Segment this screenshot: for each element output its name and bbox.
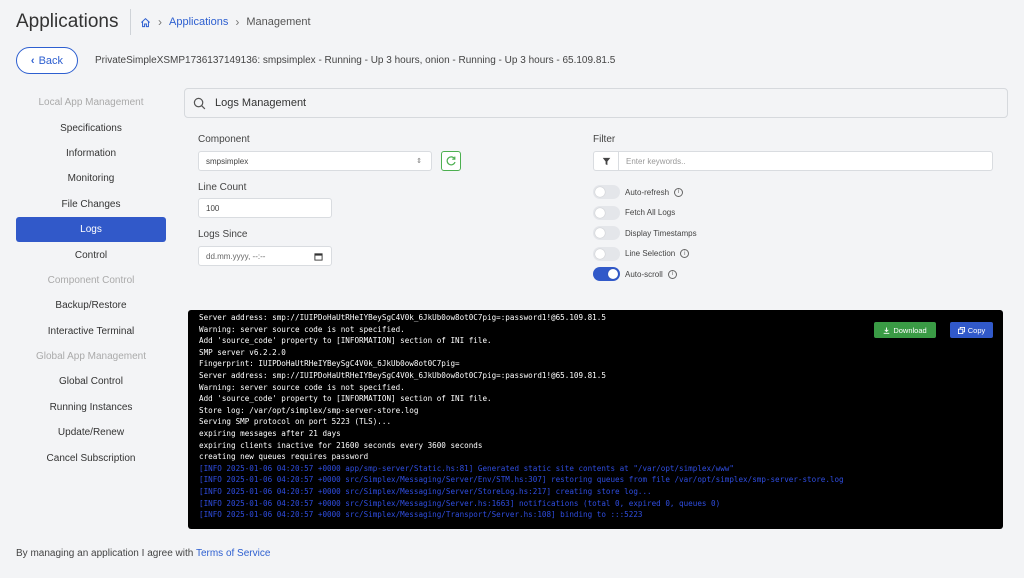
sidebar-section-component-control: Component Control xyxy=(47,274,135,286)
home-icon[interactable] xyxy=(140,17,151,28)
chevron-right-icon: › xyxy=(235,15,240,29)
back-button[interactable]: ‹ Back xyxy=(16,47,78,74)
sidebar-item-file-changes[interactable]: File Changes xyxy=(16,192,166,217)
display-timestamps-toggle[interactable] xyxy=(593,226,620,240)
log-line: expiring messages after 21 days xyxy=(199,428,341,438)
toggle-knob xyxy=(595,248,605,259)
line-count-value: 100 xyxy=(206,203,220,213)
logs-since-placeholder: dd.mm.yyyy, --:-- xyxy=(206,251,266,261)
display-timestamps-option: Display Timestamps xyxy=(593,226,697,240)
auto-scroll-option: Auto-scroll i xyxy=(593,267,677,281)
component-select-value: smpsimplex xyxy=(206,156,249,166)
log-line: Server address: smp://IUIPDoHaUtRHeIYBey… xyxy=(199,370,606,380)
auto-refresh-option: Auto-refresh i xyxy=(593,185,684,199)
sidebar-item-logs[interactable]: Logs xyxy=(16,216,166,243)
component-label: Component xyxy=(198,134,250,145)
footer: By managing an application I agree with … xyxy=(16,548,270,559)
sidebar-item-information[interactable]: Information xyxy=(16,141,166,166)
search-icon xyxy=(193,97,206,109)
log-line: Store log: /var/opt/simplex/smp-server-s… xyxy=(199,405,419,415)
sidebar-item-interactive-terminal[interactable]: Interactive Terminal xyxy=(16,319,166,344)
filter-icon-box xyxy=(593,151,619,171)
info-icon[interactable]: i xyxy=(667,269,677,279)
calendar-icon[interactable] xyxy=(314,252,323,261)
filter-input[interactable]: Enter keywords.. xyxy=(619,151,993,171)
log-line: Serving SMP protocol on port 5223 (TLS).… xyxy=(199,417,392,427)
logs-since-input[interactable]: dd.mm.yyyy, --:-- xyxy=(198,246,332,266)
sidebar-section-local-app-management: Local App Management xyxy=(38,97,144,109)
log-line: SMP server v6.2.2.0 xyxy=(199,347,286,357)
log-line: creating new queues requires password xyxy=(199,452,369,462)
sidebar-item-running-instances[interactable]: Running Instances xyxy=(16,395,166,420)
auto-refresh-toggle[interactable] xyxy=(593,185,620,199)
refresh-icon xyxy=(446,156,456,166)
fetch-all-logs-toggle[interactable] xyxy=(593,205,620,220)
toggle-knob xyxy=(595,207,605,218)
terms-of-service-link[interactable]: Terms of Service xyxy=(196,548,270,559)
logs-since-label: Logs Since xyxy=(198,229,248,240)
log-line: [INFO 2025-01-06 04:20:57 +0000 app/smp-… xyxy=(199,463,734,473)
log-line: [INFO 2025-01-06 04:20:57 +0000 src/Simp… xyxy=(199,486,652,496)
download-icon xyxy=(884,326,890,334)
auto-refresh-label: Auto-refresh xyxy=(625,187,670,197)
auto-scroll-label: Auto-scroll xyxy=(625,269,663,279)
footer-text: By managing an application I agree with xyxy=(16,548,196,559)
filter-icon xyxy=(602,157,610,165)
log-line: Fingerprint: IUIPDoHaUtRHeIYBeySgC4V0k_6… xyxy=(199,359,460,369)
sidebar-item-update-renew[interactable]: Update/Renew xyxy=(16,420,166,445)
sidebar-item-control[interactable]: Control xyxy=(16,242,166,267)
copy-button-label: Copy xyxy=(967,325,986,335)
sidebar-item-specifications[interactable]: Specifications xyxy=(16,115,166,140)
line-selection-toggle[interactable] xyxy=(593,246,620,261)
sidebar-item-monitoring[interactable]: Monitoring xyxy=(16,166,166,191)
info-icon[interactable]: i xyxy=(674,187,684,197)
line-count-input[interactable]: 100 xyxy=(198,198,332,218)
select-arrows-icon: ⇕ xyxy=(416,158,422,165)
log-line: Add 'source_code' property to [INFORMATI… xyxy=(199,394,492,404)
toggle-knob xyxy=(595,228,605,238)
breadcrumb-current: Management xyxy=(246,16,311,28)
toggle-knob xyxy=(595,187,605,197)
copy-icon xyxy=(957,326,965,334)
logs-panel-header: Logs Management xyxy=(184,88,1008,118)
line-count-label: Line Count xyxy=(198,182,247,193)
display-timestamps-label: Display Timestamps xyxy=(625,228,697,238)
download-button[interactable]: Download xyxy=(874,322,936,338)
breadcrumb-applications-link[interactable]: Applications xyxy=(169,16,228,28)
log-line: expiring clients inactive for 21600 seco… xyxy=(199,440,483,450)
logs-panel-title: Logs Management xyxy=(215,97,307,109)
log-line: [INFO 2025-01-06 04:20:57 +0000 src/Simp… xyxy=(199,510,643,520)
refresh-component-button[interactable] xyxy=(441,151,461,171)
chevron-right-icon: › xyxy=(158,15,162,29)
page-title: Applications xyxy=(16,11,119,32)
log-line: Warning: server source code is not speci… xyxy=(199,382,405,392)
toggle-knob xyxy=(608,269,618,279)
sidebar-item-cancel-subscription[interactable]: Cancel Subscription xyxy=(16,445,166,470)
log-line: [INFO 2025-01-06 04:20:57 +0000 src/Simp… xyxy=(199,475,844,485)
line-selection-option: Line Selection i xyxy=(593,246,690,261)
auto-scroll-toggle[interactable] xyxy=(593,267,620,281)
back-button-label: Back xyxy=(38,54,64,67)
fetch-all-logs-option: Fetch All Logs xyxy=(593,205,676,220)
copy-button[interactable]: Copy xyxy=(950,322,993,338)
chevron-left-icon: ‹ xyxy=(30,54,35,67)
line-selection-label: Line Selection xyxy=(625,249,676,258)
component-select[interactable]: smpsimplex ⇕ xyxy=(198,151,432,171)
log-line: [INFO 2025-01-06 04:20:57 +0000 src/Simp… xyxy=(199,498,721,508)
filter-placeholder: Enter keywords.. xyxy=(626,156,686,166)
sidebar-item-backup-restore[interactable]: Backup/Restore xyxy=(16,293,166,318)
sidebar: Local App Management Specifications Inform… xyxy=(16,90,166,471)
instance-info: PrivateSimpleXSMP1736137149136: smpsimpl… xyxy=(95,55,616,66)
sidebar-section-global-app-management: Global App Management xyxy=(35,351,147,363)
info-icon[interactable]: i xyxy=(680,249,690,258)
log-output[interactable]: Server address: smp://IUIPDoHaUtRHeIYBey… xyxy=(188,310,1003,529)
sidebar-item-global-control[interactable]: Global Control xyxy=(16,369,166,394)
breadcrumb: › Applications › Management xyxy=(130,9,311,35)
fetch-all-logs-label: Fetch All Logs xyxy=(625,208,676,217)
download-button-label: Download xyxy=(893,325,927,335)
filter-label: Filter xyxy=(593,134,616,145)
